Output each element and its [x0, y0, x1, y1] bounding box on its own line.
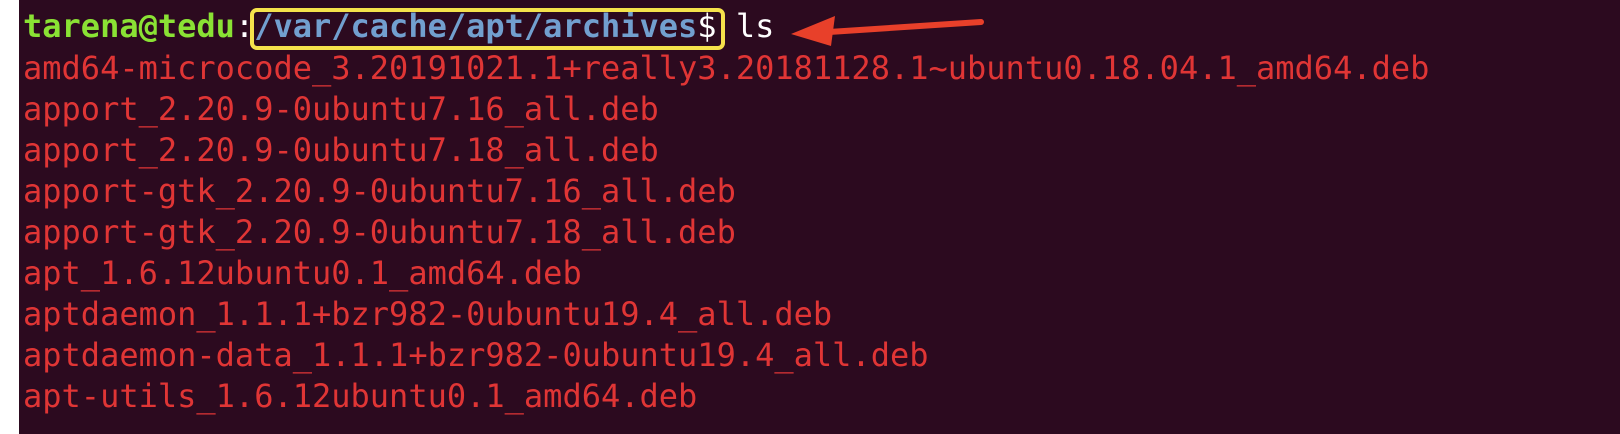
file-line: apport-gtk_2.20.9-0ubuntu7.18_all.deb: [23, 213, 736, 251]
prompt-cwd: /var/cache/apt/archives: [254, 7, 698, 45]
prompt-command: ls: [716, 7, 775, 45]
prompt-line: tarena@tedu:/var/cache/apt/archives$ ls: [23, 6, 774, 46]
window-left-edge: [0, 0, 19, 434]
file-line: apport-gtk_2.20.9-0ubuntu7.16_all.deb: [23, 172, 736, 210]
file-line: apport_2.20.9-0ubuntu7.18_all.deb: [23, 131, 659, 169]
file-line: apport_2.20.9-0ubuntu7.16_all.deb: [23, 90, 659, 128]
prompt-separator: :: [234, 7, 255, 45]
file-line: apt-utils_1.6.12ubuntu0.1_amd64.deb: [23, 377, 698, 415]
terminal-window[interactable]: tarena@tedu:/var/cache/apt/archives$ ls …: [19, 0, 1620, 434]
file-line: apt_1.6.12ubuntu0.1_amd64.deb: [23, 254, 582, 292]
prompt-symbol: $: [697, 7, 717, 45]
file-line: aptdaemon-data_1.1.1+bzr982-0ubuntu19.4_…: [23, 336, 929, 374]
annotation-arrow-icon: [791, 16, 984, 46]
file-line: amd64-microcode_3.20191021.1+really3.201…: [23, 49, 1430, 87]
prompt-user-host: tarena@tedu: [23, 7, 235, 45]
file-line: aptdaemon_1.1.1+bzr982-0ubuntu19.4_all.d…: [23, 295, 833, 333]
